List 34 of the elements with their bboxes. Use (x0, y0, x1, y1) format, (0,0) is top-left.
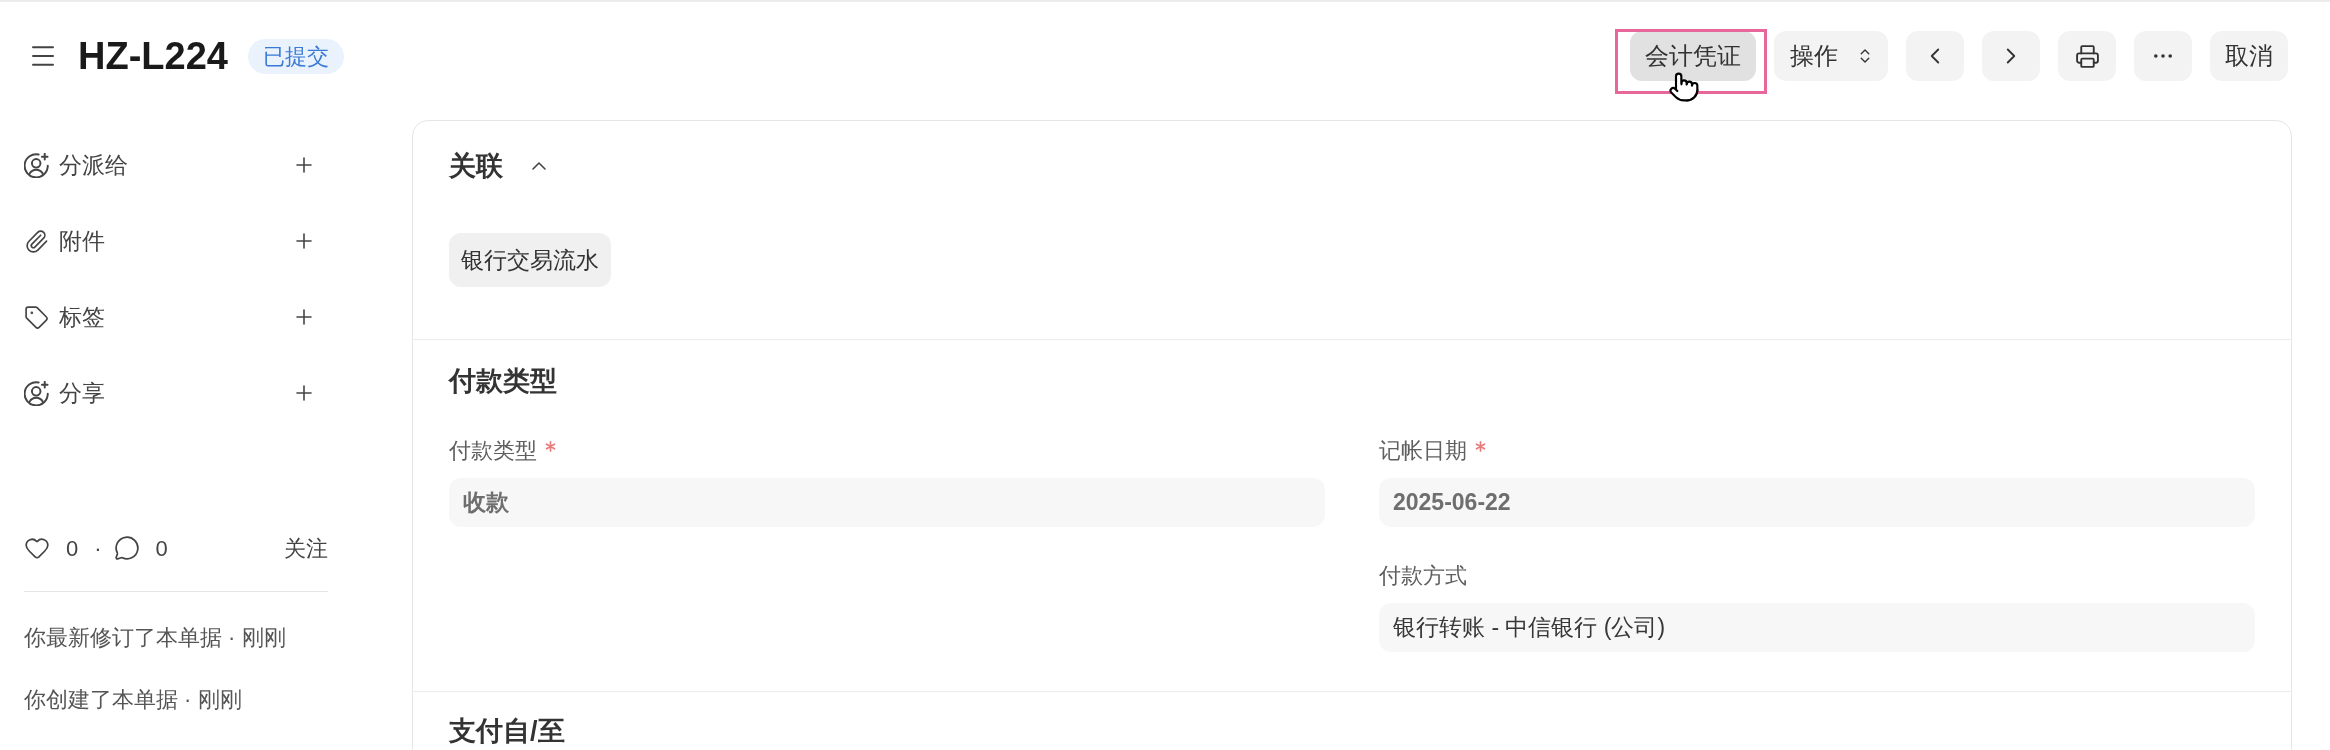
paperclip-icon (24, 228, 49, 254)
speech-bubble-icon[interactable] (113, 535, 140, 561)
status-badge: 已提交 (247, 38, 344, 74)
sidebar-label: 附件 (59, 226, 105, 256)
hand-cursor-icon (1668, 71, 1700, 103)
link-chip[interactable]: 银行交易流水 (449, 233, 611, 287)
section-title: 付款类型 (449, 365, 558, 398)
comment-count: 0 (155, 534, 168, 563)
sidebar-label: 分派给 (59, 150, 128, 180)
toolbar-button[interactable]: 会计凭证 (1630, 31, 1756, 81)
heart-icon[interactable] (24, 535, 50, 561)
section-title: 支付自/至 (449, 715, 566, 748)
dropdown-label: 操作 (1790, 41, 1838, 71)
document-title: HZ-L224 (78, 37, 228, 75)
follow-link[interactable]: 关注 (284, 531, 328, 565)
field-label: 付款方式 (1379, 561, 1467, 590)
printer-icon (2074, 43, 2100, 69)
field-label: 付款类型 (449, 436, 537, 465)
input-field[interactable]: 银行转账 - 中信银行 (公司) (1379, 603, 2255, 652)
activity-entry: 你创建了本单据 · 刚刚 (24, 686, 243, 714)
print-button[interactable] (2058, 31, 2116, 81)
user-plus-icon (24, 152, 49, 178)
field-label: 记帐日期 (1379, 436, 1467, 465)
tag-icon (24, 304, 49, 330)
sidebar-label: 分享 (59, 378, 105, 408)
user-plus-icon (24, 380, 49, 406)
section-title: 关联 (449, 149, 503, 183)
activity-entry: 你最新修订了本单据 · 刚刚 (24, 624, 287, 652)
sidebar-label: 标签 (59, 302, 105, 332)
like-count: 0 (66, 534, 79, 563)
dot-separator: · (94, 534, 102, 563)
ellipsis-icon (2154, 54, 2172, 58)
dropdown-button[interactable]: 操作 (1774, 31, 1888, 81)
toolbar-button[interactable]: 取消 (2210, 31, 2288, 81)
